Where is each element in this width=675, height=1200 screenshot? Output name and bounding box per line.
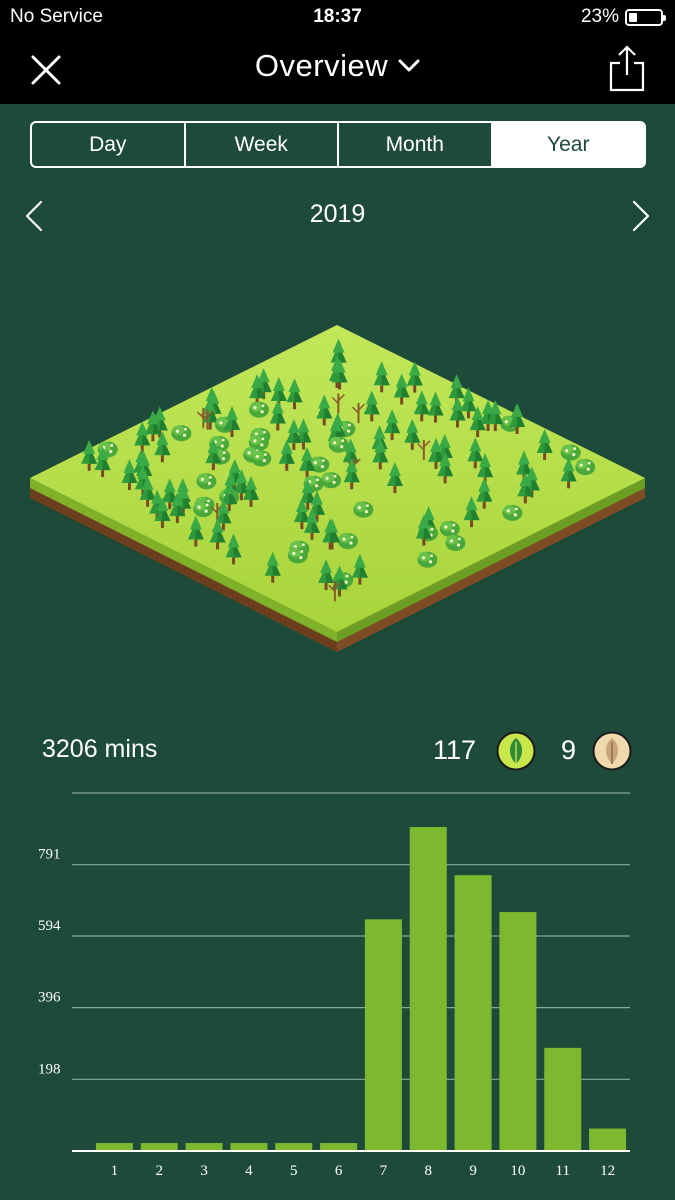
total-focus-time: 3206 mins	[42, 735, 158, 763]
clock: 18:37	[313, 6, 362, 27]
tree	[251, 450, 272, 467]
x-tick-label: 4	[245, 1163, 253, 1179]
yearly-focus-bar-chart: 1983965947911 2 3 4 5 6 7 8 9 10 11 12	[38, 792, 630, 1179]
bar	[409, 827, 447, 1151]
chevron-down-icon	[398, 59, 420, 72]
overview-dropdown[interactable]: Overview	[255, 48, 420, 84]
bar	[140, 1143, 178, 1151]
status-bar: No Service 18:37 23%	[0, 0, 675, 34]
y-tick-label: 791	[38, 847, 61, 863]
tree	[445, 534, 466, 551]
y-tick-label: 594	[38, 918, 61, 934]
x-tick-label: 7	[380, 1163, 388, 1179]
y-tick-label: 396	[38, 990, 61, 1006]
bar	[230, 1143, 268, 1151]
page-title: Overview	[254, 48, 389, 83]
share-icon	[609, 45, 645, 92]
bar	[544, 1047, 582, 1151]
tree	[353, 501, 374, 518]
withered-leaf-icon	[592, 731, 632, 771]
tree	[439, 520, 460, 537]
tree	[560, 444, 581, 461]
bar	[454, 875, 492, 1151]
bar	[320, 1143, 358, 1151]
tab-month[interactable]: Month	[339, 123, 493, 166]
bar	[95, 1143, 133, 1151]
battery-icon	[625, 9, 666, 26]
chevron-right-icon	[632, 200, 650, 232]
x-tick-label: 3	[200, 1163, 208, 1179]
x-tick-label: 9	[469, 1163, 477, 1179]
x-tick-label: 10	[510, 1163, 525, 1179]
bar	[364, 919, 402, 1151]
tab-week[interactable]: Week	[186, 123, 339, 166]
next-year-button[interactable]	[629, 199, 653, 233]
dead-tree-count: 9	[561, 735, 577, 765]
forest-illustration	[30, 325, 645, 652]
bar	[185, 1143, 223, 1151]
x-tick-label: 12	[600, 1163, 615, 1179]
tree	[249, 401, 270, 418]
healthy-leaf-icon	[496, 731, 536, 771]
tab-day[interactable]: Day	[32, 123, 186, 166]
x-tick-label: 5	[290, 1163, 298, 1179]
tree	[287, 547, 308, 564]
x-tick-label: 8	[425, 1163, 433, 1179]
bar	[499, 912, 537, 1151]
tree	[193, 501, 214, 518]
tree	[171, 425, 192, 442]
y-tick-label: 198	[38, 1061, 61, 1077]
tab-year[interactable]: Year	[492, 123, 644, 166]
x-tick-label: 11	[556, 1163, 570, 1179]
healthy-tree-count: 117	[433, 735, 477, 765]
x-tick-label: 2	[156, 1163, 164, 1179]
x-tick-label: 6	[335, 1163, 343, 1179]
bar	[275, 1143, 313, 1151]
battery-percent: 23%	[580, 6, 619, 27]
tree	[321, 472, 342, 489]
tree	[575, 459, 596, 476]
share-button[interactable]	[609, 44, 645, 92]
period-label: 2019	[309, 200, 366, 228]
period-segmented-control: Day Week Month Year	[30, 121, 646, 168]
x-tick-label: 1	[111, 1163, 119, 1179]
tree	[417, 551, 438, 568]
bar	[589, 1128, 627, 1151]
tree	[196, 473, 217, 490]
tree	[502, 504, 523, 521]
tree	[337, 533, 358, 550]
nav-bar: Overview	[0, 34, 675, 104]
